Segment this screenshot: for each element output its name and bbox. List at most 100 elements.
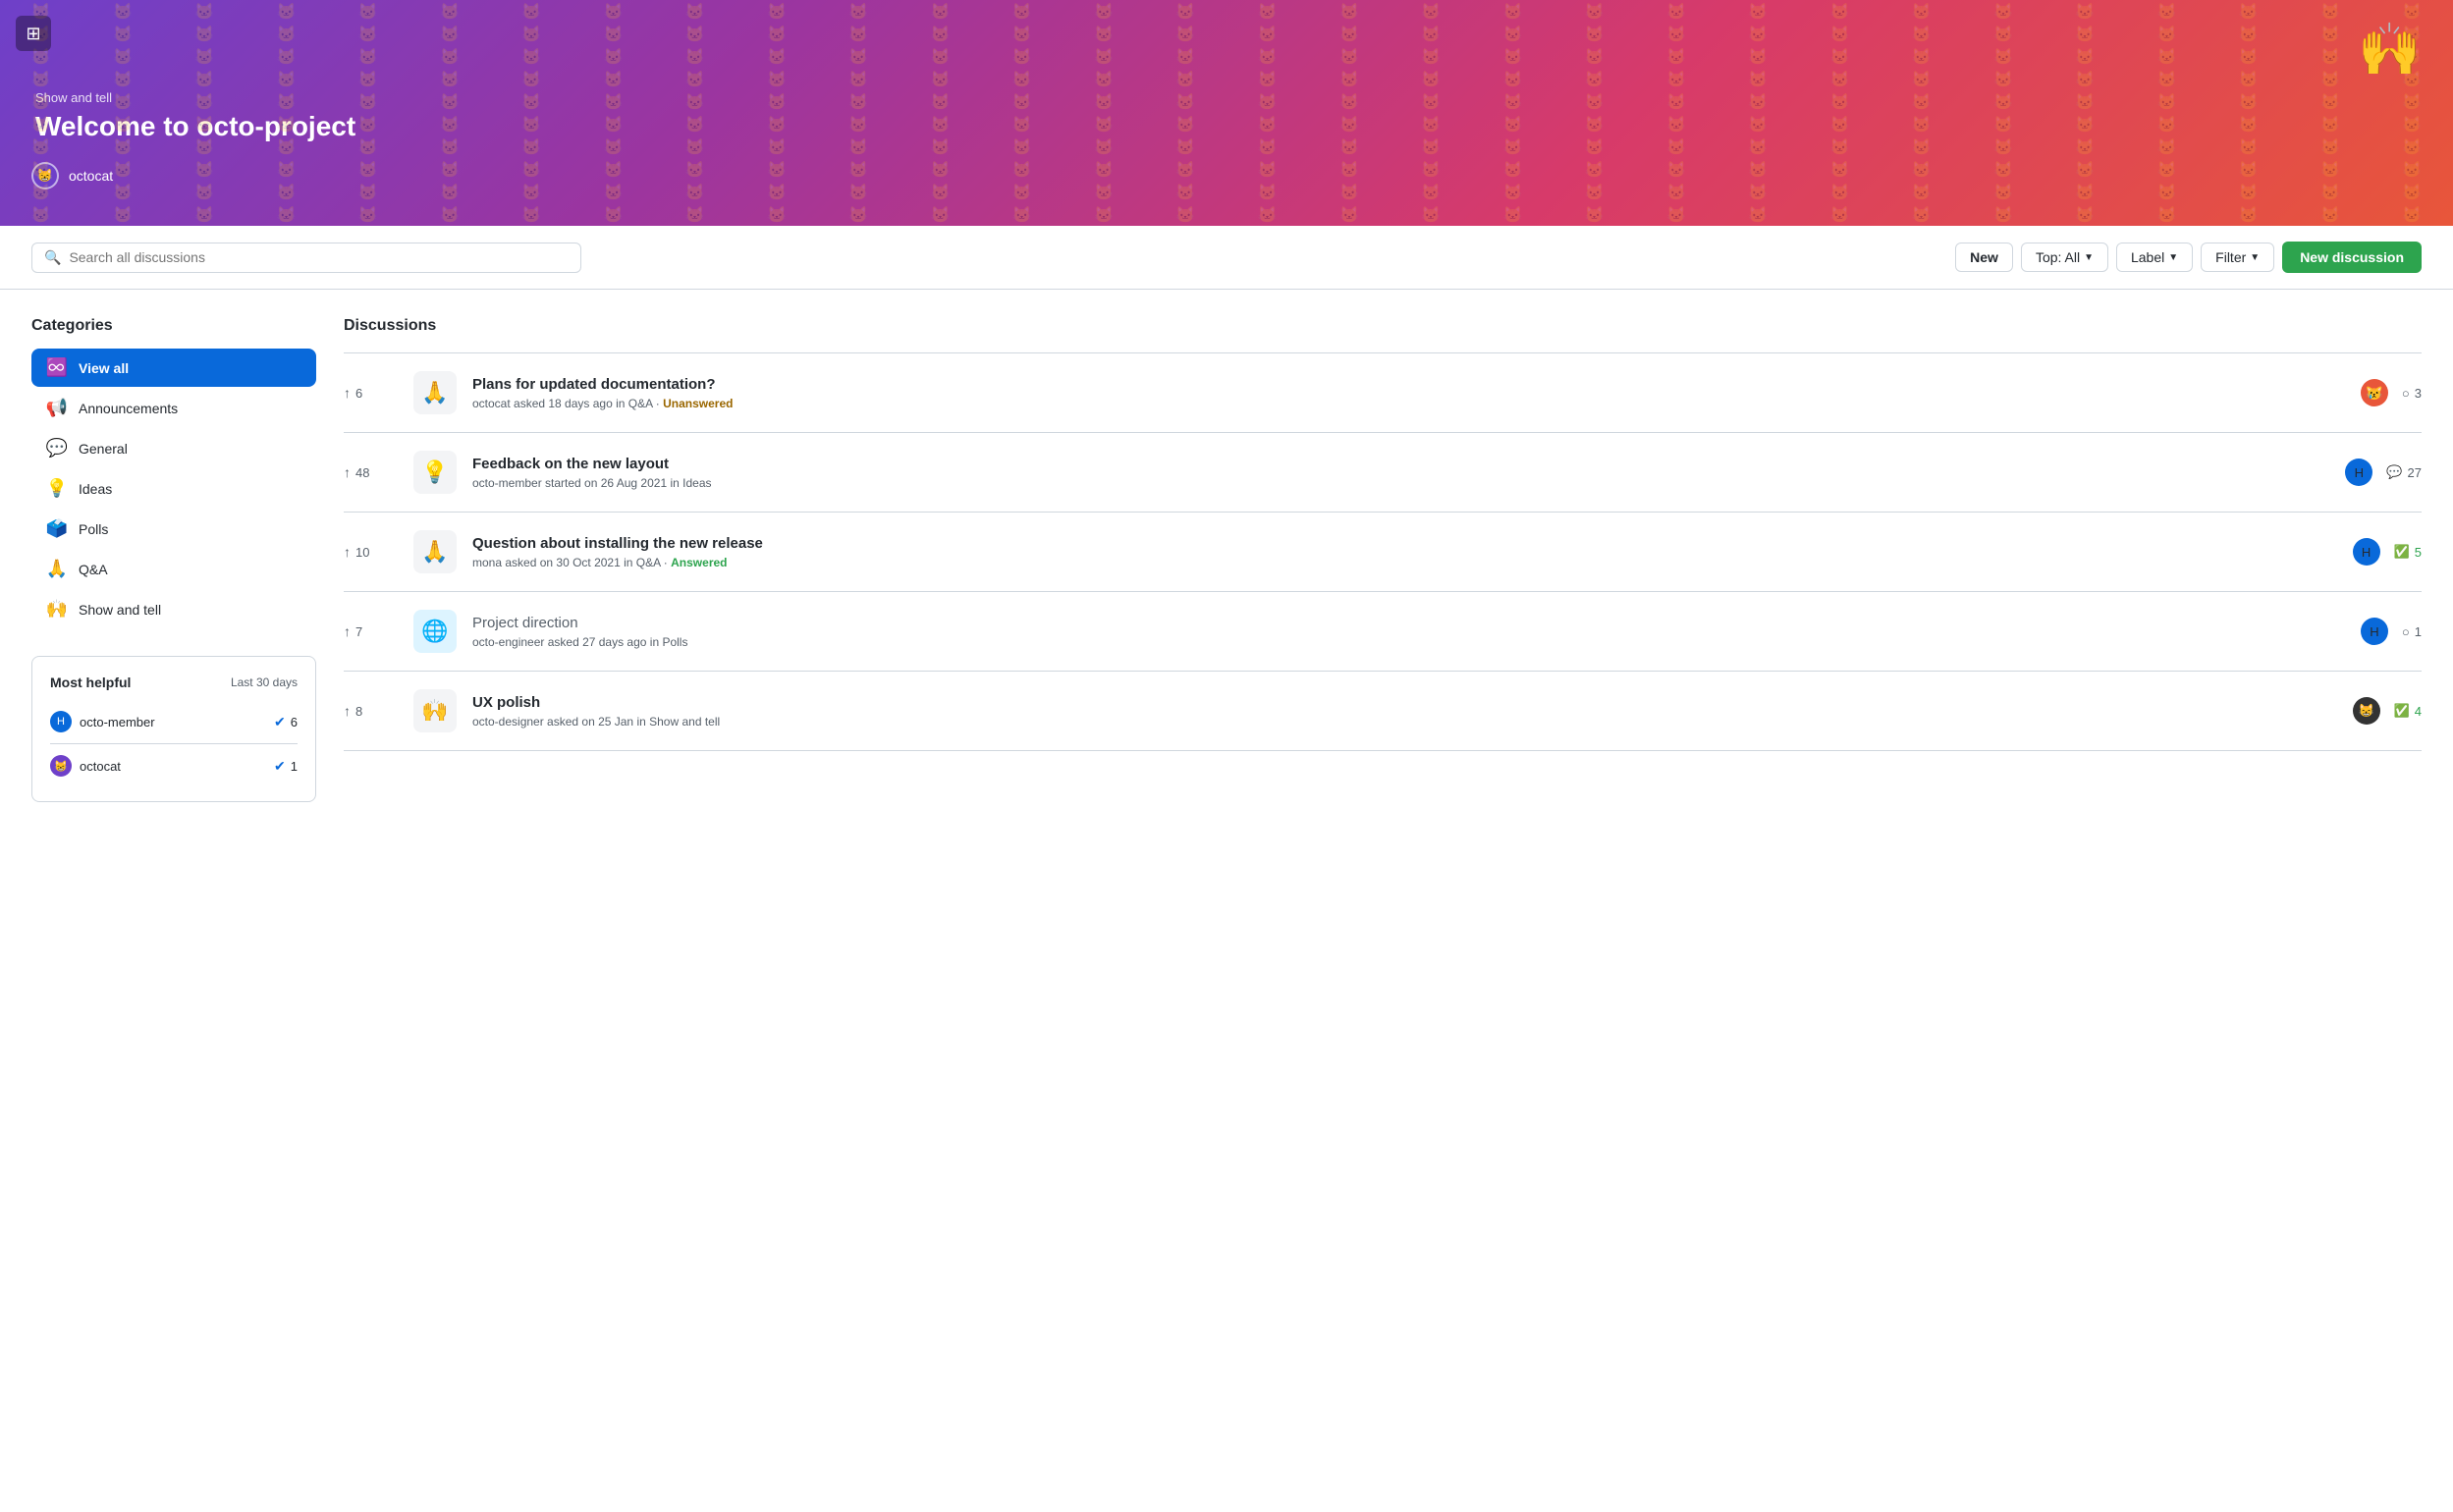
vote-count-2: 48 [355,465,369,480]
vote-count-1: 6 [355,386,362,401]
disc-title-1[interactable]: Plans for updated documentation? [472,376,2345,393]
sidebar-item-view-all[interactable]: ♾️ View all [31,349,316,387]
sidebar-item-ideas[interactable]: 💡 Ideas [31,469,316,508]
upvote-icon: ↑ [344,385,351,401]
toolbar: 🔍 New Top: All ▼ Label ▼ Filter ▼ New di… [0,226,2453,290]
filter-button[interactable]: Filter ▼ [2201,243,2274,272]
new-button[interactable]: New [1955,243,2013,272]
label-button[interactable]: Label ▼ [2116,243,2193,272]
disc-right-4: H ○ 1 [2361,618,2422,645]
most-helpful-user-1: H octo-member ✔ 6 [50,704,298,739]
discussion-row-5: ↑ 8 🙌 UX polish octo-designer asked on 2… [344,672,2422,751]
main-layout: Categories ♾️ View all 📢 Announcements 💬… [0,290,2453,1512]
vote-col-1: ↑ 6 [344,385,398,401]
disc-title-2[interactable]: Feedback on the new layout [472,456,2329,472]
disc-meta-4: octo-engineer asked 27 days ago in Polls [472,635,2345,649]
disc-emoji-1: 🙏 [413,371,457,414]
most-helpful-box: Most helpful Last 30 days H octo-member … [31,656,316,802]
upvote-icon: ↑ [344,623,351,639]
disc-comments-2: 💬 27 [2386,464,2422,480]
disc-right-5: 😸 ✅ 4 [2353,697,2422,725]
vote-count-4: 7 [355,624,362,639]
user-name-octocat: octocat [80,759,121,774]
vote-col-2: ↑ 48 [344,464,398,480]
disc-content-4: Project direction octo-engineer asked 27… [472,615,2345,649]
disc-emoji-2: 💡 [413,451,457,494]
disc-content-1: Plans for updated documentation? octocat… [472,376,2345,410]
chevron-down-icon: ▼ [2250,252,2260,263]
tag-unanswered: Unanswered [663,397,733,410]
upvote-icon: ↑ [344,464,351,480]
sidebar-item-polls[interactable]: 🗳️ Polls [31,510,316,548]
disc-meta-3: mona asked on 30 Oct 2021 in Q&A · Answe… [472,556,2337,569]
disc-avatar-2: H [2345,459,2372,486]
disc-content-2: Feedback on the new layout octo-member s… [472,456,2329,490]
disc-content-3: Question about installing the new releas… [472,535,2337,569]
disc-avatar-4: H [2361,618,2388,645]
search-input[interactable] [69,249,569,265]
vote-col-4: ↑ 7 [344,623,398,639]
tag-answered: Answered [671,556,727,569]
disc-right-1: 😿 ○ 3 [2361,379,2422,406]
disc-meta-2: octo-member started on 26 Aug 2021 in Id… [472,476,2329,490]
grid-button[interactable]: ⊞ [16,16,51,51]
disc-emoji-4: 🌐 [413,610,457,653]
disc-answered-5: ✅ 4 [2394,703,2422,719]
disc-comments-4: ○ 1 [2402,624,2422,639]
disc-meta-5: octo-designer asked on 25 Jan in Show an… [472,715,2337,729]
ballot-icon: 🗳️ [45,518,69,539]
sidebar-item-general[interactable]: 💬 General [31,429,316,467]
disc-comments-1: ○ 3 [2402,386,2422,401]
disc-meta-1: octocat asked 18 days ago in Q&A · Unans… [472,397,2345,410]
user-avatar-octocat: 😸 [50,755,72,777]
most-helpful-period: Last 30 days [231,675,298,689]
megaphone-icon: 📢 [45,398,69,418]
disc-content-5: UX polish octo-designer asked on 25 Jan … [472,694,2337,729]
disc-title-5[interactable]: UX polish [472,694,2337,711]
user-name-octo-member: octo-member [80,715,155,729]
new-discussion-button[interactable]: New discussion [2282,242,2422,273]
check-icon: ✔ [274,714,286,730]
discussions-title: Discussions [344,317,2422,335]
comment-circle-icon: ○ [2402,386,2410,401]
bulb-icon: 💡 [45,478,69,499]
raised-hands-icon: 🙌 [45,599,69,620]
disc-emoji-3: 🙏 [413,530,457,573]
disc-avatar-3: H [2353,538,2380,566]
discussion-row-3: ↑ 10 🙏 Question about installing the new… [344,513,2422,592]
upvote-icon: ↑ [344,703,351,719]
most-helpful-title: Most helpful [50,675,131,690]
disc-avatar-5: 😸 [2353,697,2380,725]
user-count-octocat: ✔ 1 [274,758,298,775]
hero-hands-emoji: 🙌 [2358,20,2422,80]
search-icon: 🔍 [44,249,61,266]
filter-group: New Top: All ▼ Label ▼ Filter ▼ New disc… [1955,242,2422,273]
chevron-down-icon: ▼ [2084,252,2094,263]
sidebar-item-announcements[interactable]: 📢 Announcements [31,389,316,427]
sidebar: Categories ♾️ View all 📢 Announcements 💬… [31,317,316,1485]
disc-title-4[interactable]: Project direction [472,615,2345,631]
disc-avatar-1: 😿 [2361,379,2388,406]
check-icon: ✔ [274,758,286,775]
disc-right-3: H ✅ 5 [2353,538,2422,566]
disc-emoji-5: 🙌 [413,689,457,732]
most-helpful-header: Most helpful Last 30 days [50,675,298,690]
discussion-row-2: ↑ 48 💡 Feedback on the new layout octo-m… [344,433,2422,513]
hero-banner: 🐱🐱🐱🐱🐱🐱🐱🐱🐱🐱🐱🐱🐱🐱🐱🐱🐱🐱🐱🐱🐱🐱🐱🐱🐱🐱🐱🐱🐱🐱🐱🐱🐱🐱🐱🐱🐱🐱🐱🐱… [0,0,2453,226]
upvote-icon: ↑ [344,544,351,560]
hero-author: 😸 octocat [31,162,2422,189]
search-bar[interactable]: 🔍 [31,243,581,273]
top-all-button[interactable]: Top: All ▼ [2021,243,2108,272]
disc-answered-3: ✅ 5 [2394,544,2422,560]
hero-author-name: octocat [69,168,113,184]
comment-circle-icon: ○ [2402,624,2410,639]
disc-title-3[interactable]: Question about installing the new releas… [472,535,2337,552]
sidebar-item-qa[interactable]: 🙏 Q&A [31,550,316,588]
hero-title: Welcome to octo-project [35,111,2422,142]
vote-count-5: 8 [355,704,362,719]
discussion-row-1: ↑ 6 🙏 Plans for updated documentation? o… [344,353,2422,433]
check-green-icon: ✅ [2394,703,2410,719]
hero-subtitle: Show and tell [35,90,2422,105]
sidebar-item-show-and-tell[interactable]: 🙌 Show and tell [31,590,316,628]
most-helpful-user-2: 😸 octocat ✔ 1 [50,748,298,783]
